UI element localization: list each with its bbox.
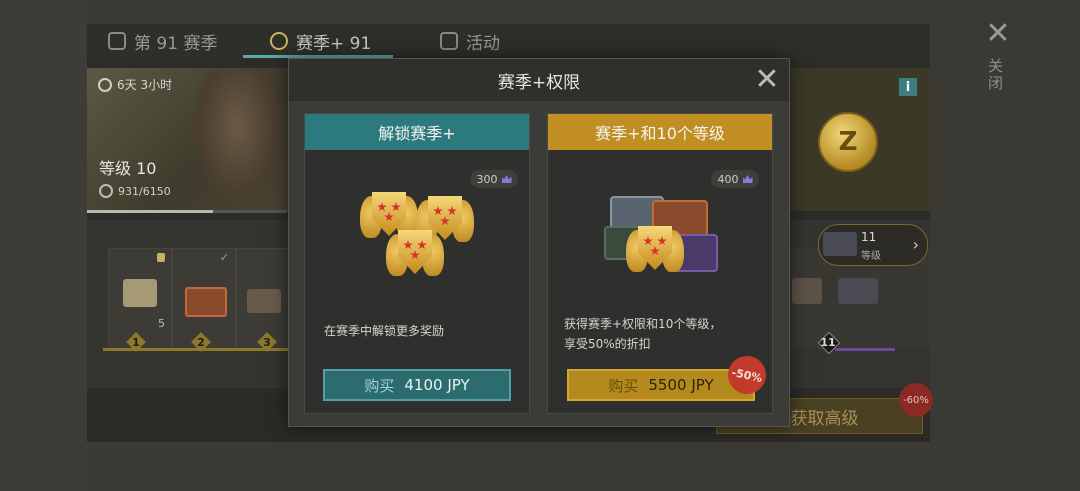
buy-price: 4100 JPY — [404, 376, 470, 394]
offer-header-text: 解锁赛季+ — [378, 124, 456, 143]
armored-chest-icon — [838, 278, 878, 304]
clock-icon — [98, 77, 112, 92]
offer-description: 获得赛季+权限和10个等级， 享受50%的折扣 — [564, 314, 721, 354]
offer-description-line: 获得赛季+权限和10个等级， — [564, 317, 722, 331]
info-icon[interactable]: i — [899, 78, 917, 96]
chest-icon — [185, 287, 227, 317]
checkmark-icon: ✓ — [219, 251, 229, 264]
xp-readout: 931/6150 — [99, 184, 171, 198]
medal-icon — [386, 226, 444, 288]
armored-chest-icon — [823, 232, 857, 256]
offer-header-text: 赛季+和10个等级 — [595, 124, 725, 143]
supply-crate-icon — [123, 279, 157, 307]
offer-header: 解锁赛季+ — [305, 114, 529, 150]
tab-label: 赛季+ 91 — [296, 33, 372, 54]
medals-image — [352, 188, 482, 298]
info-glyph: i — [905, 79, 911, 95]
lock-icon — [157, 253, 165, 262]
tab-season-91[interactable]: 第 91 赛季 — [108, 24, 217, 58]
level-number: 3 — [263, 336, 271, 349]
close-icon[interactable]: ✕ — [985, 19, 1011, 49]
premium-points-pill: 300 — [470, 170, 518, 188]
tab-label: 活动 — [466, 33, 500, 54]
level-number: 2 — [197, 336, 205, 349]
offer-description: 在赛季中解锁更多奖励 — [324, 324, 445, 338]
item-count: 5 — [158, 317, 165, 330]
sale-badge: -60% — [899, 383, 933, 417]
chests-and-medal-image — [602, 190, 722, 294]
xp-star-icon — [99, 184, 113, 198]
chevron-right-icon: › — [912, 235, 919, 254]
coin-icon: Z — [818, 112, 878, 172]
calendar-icon — [440, 32, 458, 50]
season-plus-badge-icon — [270, 32, 288, 50]
premium-track-line — [835, 348, 895, 351]
premium-points-pill: 400 — [711, 170, 759, 188]
xp-progress-fill — [87, 210, 213, 213]
chest-icon — [247, 289, 281, 313]
discount-text: -50% — [730, 365, 764, 385]
reward-card-1[interactable]: 5 — [108, 248, 172, 350]
crown-icon — [742, 175, 753, 183]
modal-header: 赛季+权限 — [289, 59, 789, 101]
offer-header: 赛季+和10个等级 — [548, 114, 772, 150]
season-badge-icon — [108, 32, 126, 50]
medal-icon — [626, 222, 684, 284]
modal-title: 赛季+权限 — [497, 72, 581, 93]
level-number: 1 — [132, 336, 140, 349]
buy-label: 购买 — [608, 376, 639, 395]
reward-level-number: 11 — [861, 230, 877, 244]
reward-level-label: 等级 — [861, 251, 881, 262]
buy-season-plus-button[interactable]: 购买 4100 JPY — [323, 369, 511, 401]
level-label: 等级 10 — [99, 159, 157, 178]
buy-season-plus-levels-button[interactable]: 购买 5500 JPY — [567, 369, 755, 401]
time-left-text: 6天 3小时 — [117, 78, 173, 92]
tab-label: 第 91 赛季 — [134, 33, 218, 54]
coin-letter: Z — [838, 127, 858, 157]
offer-description-line: 享受50%的折扣 — [564, 337, 651, 351]
biker-character-image — [190, 70, 285, 210]
background-left — [0, 0, 88, 491]
buy-label: 购买 — [364, 376, 395, 395]
get-premium-label: 获取高级 — [790, 408, 859, 429]
level-reward-pill[interactable]: 11 等级 › — [818, 224, 928, 266]
chest-icon — [792, 278, 822, 304]
close-label[interactable]: 关闭 — [986, 58, 1006, 92]
modal-close-icon[interactable]: ✕ — [754, 65, 780, 95]
buy-price: 5500 JPY — [648, 376, 714, 394]
xp-text: 931/6150 — [118, 184, 171, 198]
tab-events[interactable]: 活动 — [440, 24, 500, 58]
tab-season-plus-91[interactable]: 赛季+ 91 — [270, 24, 371, 58]
sale-badge-text: -60% — [903, 394, 929, 406]
crown-icon — [501, 175, 512, 183]
time-left: 6天 3小时 — [98, 76, 172, 93]
level-number: 11 — [820, 336, 836, 349]
points-value: 400 — [717, 172, 739, 186]
points-value: 300 — [476, 172, 498, 186]
